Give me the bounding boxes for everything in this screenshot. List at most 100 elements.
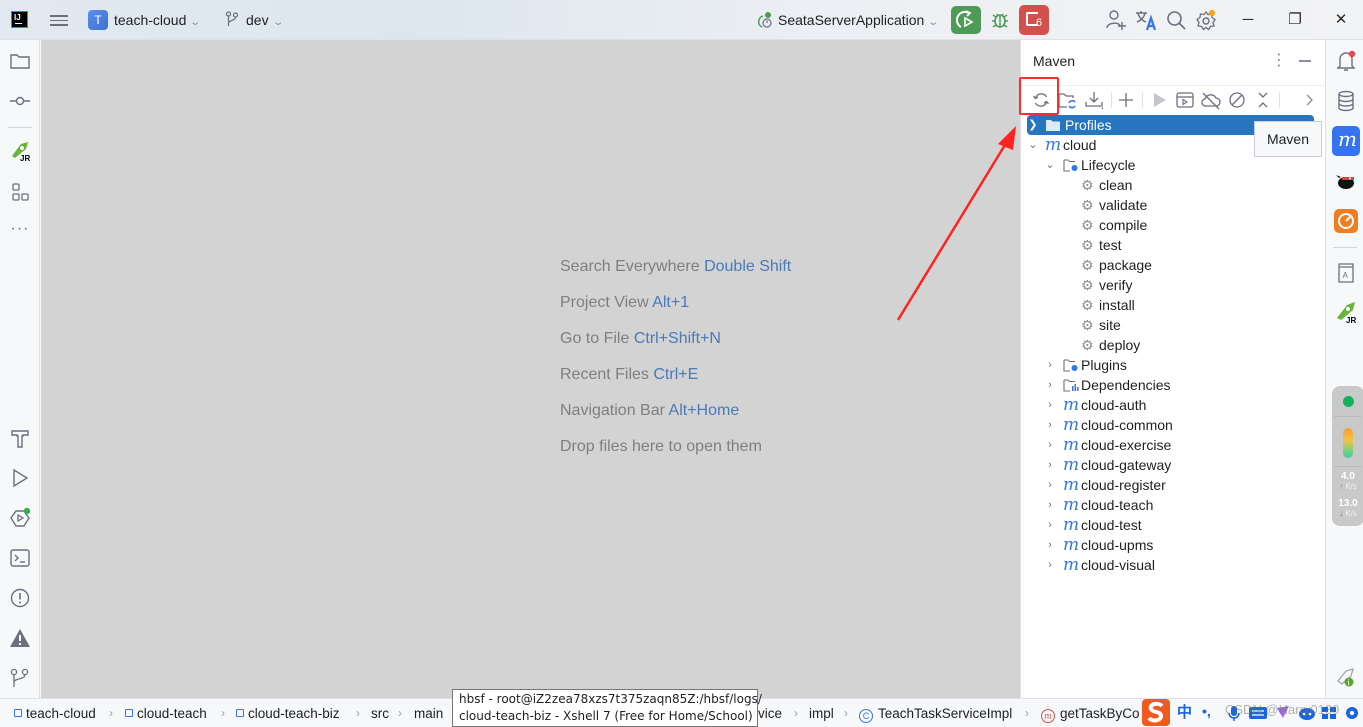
tree-node-plugins[interactable]: › Plugins xyxy=(1021,355,1326,375)
chevron-right-icon[interactable]: › xyxy=(1044,375,1056,395)
hint-search-everywhere: Search Everywhere Double Shift xyxy=(560,258,792,275)
search-icon[interactable] xyxy=(1165,9,1187,31)
branch-selector[interactable]: dev ⌄ xyxy=(246,12,284,28)
rerun-button[interactable] xyxy=(951,6,981,34)
chevron-right-icon[interactable]: › xyxy=(1044,355,1056,375)
project-folder-icon[interactable] xyxy=(9,50,31,72)
toggle-offline-mode-icon[interactable] xyxy=(1200,89,1222,111)
chevron-right-icon[interactable]: › xyxy=(1044,455,1056,475)
chevron-right-icon[interactable]: › xyxy=(1044,555,1056,575)
settings-gear-icon[interactable] xyxy=(1195,9,1217,31)
translate-icon[interactable] xyxy=(1135,9,1157,31)
lifecycle-phase-package[interactable]: ⚙ package xyxy=(1021,255,1326,275)
tree-node-module[interactable]: › m cloud-teach xyxy=(1021,495,1326,515)
breadcrumb-method[interactable]: m getTaskByCo xyxy=(1041,706,1140,723)
lifecycle-phase-install[interactable]: ⚙ install xyxy=(1021,295,1326,315)
breadcrumb-item[interactable]: impl xyxy=(809,706,834,721)
breadcrumb-item[interactable]: vice xyxy=(758,706,782,721)
restore-button[interactable]: ❐ xyxy=(1285,10,1305,30)
gear-icon: ⚙ xyxy=(1081,237,1094,253)
project-selector[interactable]: teach-cloud ⌄ xyxy=(114,12,201,28)
warning-icon[interactable] xyxy=(9,627,31,649)
lifecycle-phase-deploy[interactable]: ⚙ deploy xyxy=(1021,335,1326,355)
run-maven-build-icon[interactable] xyxy=(1148,89,1170,111)
more-options-icon[interactable]: ⋮ xyxy=(1271,52,1287,70)
chevron-right-icon[interactable]: › xyxy=(1044,395,1056,415)
tree-node-module[interactable]: › m cloud-auth xyxy=(1021,395,1326,415)
add-user-icon[interactable] xyxy=(1105,9,1127,31)
reload-all-projects-icon[interactable] xyxy=(1030,89,1052,111)
tree-node-module[interactable]: › m cloud-exercise xyxy=(1021,435,1326,455)
collapse-all-icon[interactable] xyxy=(1252,89,1274,111)
chevron-right-icon[interactable]: ❯ xyxy=(1027,115,1039,135)
tree-node-module[interactable]: › m cloud-test xyxy=(1021,515,1326,535)
ime-language-toggle[interactable]: 中 xyxy=(1177,698,1192,727)
chevron-right-icon[interactable]: › xyxy=(1044,475,1056,495)
problems-icon[interactable] xyxy=(9,587,31,609)
ai-assistant-book-icon[interactable]: A xyxy=(1334,261,1358,285)
stop-button[interactable]: 6 xyxy=(1019,5,1049,35)
lifecycle-phase-verify[interactable]: ⚙ verify xyxy=(1021,275,1326,295)
add-maven-project-icon[interactable] xyxy=(1115,89,1137,111)
ime-punctuation-toggle[interactable]: •, xyxy=(1202,698,1211,727)
breadcrumb-item[interactable]: src xyxy=(371,706,389,721)
tree-node-lifecycle[interactable]: ⌄ Lifecycle xyxy=(1021,155,1326,175)
skip-tests-icon[interactable] xyxy=(1226,89,1248,111)
chevron-down-icon[interactable]: ⌄ xyxy=(1044,155,1056,175)
maven-tool-button[interactable]: m xyxy=(1332,126,1360,156)
chevron-right-icon[interactable]: › xyxy=(1044,415,1056,435)
jrebel-icon[interactable]: JR xyxy=(1334,300,1358,324)
lifecycle-phase-clean[interactable]: ⚙ clean xyxy=(1021,175,1326,195)
tree-node-module[interactable]: › m cloud-upms xyxy=(1021,535,1326,555)
run-icon[interactable] xyxy=(9,467,31,489)
run-config-selector[interactable]: SeataServerApplication ⌄ xyxy=(778,12,939,28)
lifecycle-phase-validate[interactable]: ⚙ validate xyxy=(1021,195,1326,215)
terminal-icon[interactable] xyxy=(9,547,31,569)
notifications-bell-icon[interactable] xyxy=(1334,49,1358,73)
git-icon[interactable] xyxy=(9,667,31,689)
editor-area[interactable]: Search Everywhere Double Shift Project V… xyxy=(41,40,1020,698)
more-tools-icon[interactable]: ··· xyxy=(9,221,31,243)
tree-node-module[interactable]: › m cloud-register xyxy=(1021,475,1326,495)
plugin-update-rocket-icon[interactable]: i xyxy=(1334,665,1358,689)
minimize-button[interactable]: ─ xyxy=(1238,10,1258,30)
commit-icon[interactable] xyxy=(9,90,31,112)
lifecycle-phase-compile[interactable]: ⚙ compile xyxy=(1021,215,1326,235)
chevron-right-icon[interactable]: › xyxy=(1044,495,1056,515)
lifecycle-phase-test[interactable]: ⚙ test xyxy=(1021,235,1326,255)
tree-node-module[interactable]: › m cloud-common xyxy=(1021,415,1326,435)
breadcrumb-item[interactable]: cloud-teach xyxy=(125,706,207,721)
generate-sources-icon[interactable] xyxy=(1057,89,1079,111)
chevron-right-icon[interactable] xyxy=(1298,89,1320,111)
strip-divider xyxy=(8,127,32,128)
breadcrumb-item[interactable]: cloud-teach-biz xyxy=(236,706,340,721)
chevron-right-icon[interactable]: › xyxy=(1044,515,1056,535)
main-menu-button[interactable] xyxy=(50,12,68,28)
tree-node-dependencies[interactable]: › Dependencies xyxy=(1021,375,1326,395)
build-hammer-icon[interactable] xyxy=(9,427,31,449)
close-button[interactable]: ✕ xyxy=(1331,10,1351,30)
lifecycle-phase-site[interactable]: ⚙ site xyxy=(1021,315,1326,335)
tree-node-module[interactable]: › m cloud-gateway xyxy=(1021,455,1326,475)
jrebel-icon[interactable]: JR xyxy=(9,140,31,162)
tree-node-module[interactable]: › m cloud-visual xyxy=(1021,555,1326,575)
chevron-right-icon[interactable]: › xyxy=(1044,435,1056,455)
chevron-right-icon[interactable]: › xyxy=(1044,535,1056,555)
hide-panel-button[interactable] xyxy=(1297,52,1313,70)
ninja-bird-plugin-icon[interactable] xyxy=(1334,169,1358,193)
execute-maven-goal-icon[interactable] xyxy=(1174,89,1196,111)
orange-plugin-icon[interactable] xyxy=(1334,209,1358,233)
database-icon[interactable] xyxy=(1334,89,1358,113)
breadcrumb-item[interactable]: main xyxy=(414,706,443,721)
ime-settings-icon[interactable] xyxy=(1343,698,1361,727)
breadcrumb-class[interactable]: C TeachTaskServiceImpl xyxy=(859,706,1012,723)
sogou-ime-logo-icon[interactable] xyxy=(1141,698,1171,727)
project-badge[interactable]: T xyxy=(88,10,108,30)
download-sources-icon[interactable] xyxy=(1083,89,1105,111)
intellij-logo-icon[interactable]: IJ xyxy=(11,11,28,28)
services-icon[interactable] xyxy=(9,507,31,529)
structure-icon[interactable] xyxy=(9,181,31,203)
chevron-down-icon[interactable]: ⌄ xyxy=(1027,135,1039,155)
debug-button[interactable] xyxy=(988,8,1012,32)
breadcrumb-item[interactable]: teach-cloud xyxy=(14,706,96,721)
